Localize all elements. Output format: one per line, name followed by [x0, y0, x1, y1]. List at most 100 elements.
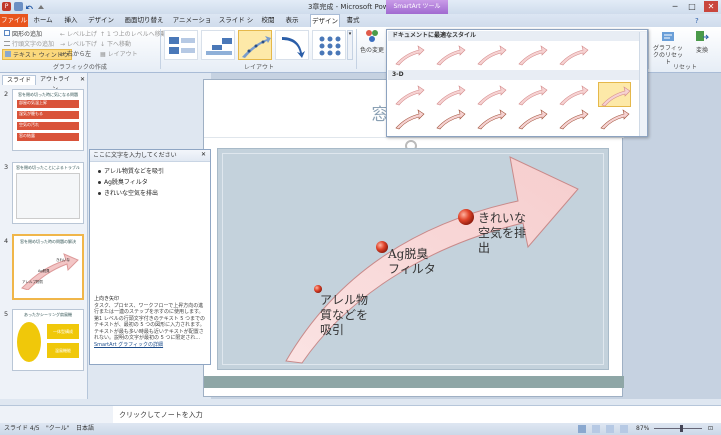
style-option[interactable]	[393, 82, 426, 107]
tab-outline[interactable]: アウトライン	[38, 75, 72, 93]
change-colors-button[interactable]: 色の変更	[358, 29, 386, 54]
zoom-level[interactable]: 87%	[636, 423, 649, 435]
style-option[interactable]	[475, 106, 508, 131]
style-option[interactable]	[434, 106, 467, 131]
add-bullet-icon	[4, 41, 10, 46]
thumb-table	[16, 173, 80, 219]
layout-option-1[interactable]	[164, 30, 198, 60]
ribbon-separator	[356, 29, 357, 69]
add-bullet-button[interactable]: 行頭文字の追加	[4, 39, 54, 48]
layout-option-upward-arrow[interactable]	[238, 30, 272, 60]
layout-preview-icon	[242, 36, 271, 58]
text-pane-item[interactable]: きれいな空気を排出	[96, 188, 206, 199]
style-option[interactable]	[557, 82, 590, 107]
text-pane: ここに文字を入力してください ✕ アレル物質などを吸引 Ag脱臭フィルタ きれい…	[89, 149, 211, 365]
slide-number: 5	[4, 310, 9, 318]
style-option[interactable]	[393, 106, 426, 131]
zoom-slider-thumb[interactable]	[680, 425, 683, 432]
style-preview-icon	[477, 109, 507, 130]
reset-graphic-button[interactable]: グラフィックのリセット	[651, 29, 685, 66]
add-shape-button[interactable]: 図形の追加	[4, 29, 42, 38]
help-icon[interactable]: ?	[695, 17, 703, 25]
slideshow-icon[interactable]	[620, 425, 628, 433]
style-option[interactable]	[434, 82, 467, 107]
layout-preview-icon	[319, 36, 341, 56]
group-create-graphic-label: グラフィックの作成	[53, 64, 107, 71]
tab-file[interactable]: ファイル	[0, 14, 28, 27]
tab-home[interactable]: ホーム	[30, 14, 56, 27]
layout-option-4[interactable]	[275, 30, 309, 60]
minimize-button[interactable]: ─	[668, 1, 682, 12]
reading-view-icon[interactable]	[606, 425, 614, 433]
style-option[interactable]	[393, 42, 426, 67]
smartart-help-link[interactable]: SmartArt グラフィックの詳細	[94, 342, 208, 349]
style-option[interactable]	[598, 82, 631, 107]
tab-animations[interactable]: アニメーション	[170, 14, 214, 37]
text-pane-item[interactable]: Ag脱臭フィルタ	[96, 177, 206, 188]
maximize-button[interactable]: □	[685, 1, 699, 12]
move-up-button[interactable]: ↑ 1 つ上のレベルへ移動	[100, 29, 167, 38]
tab-format[interactable]: 書式	[342, 14, 364, 27]
thumb-label: アレルプ物質	[22, 280, 43, 284]
layout-preview-icon	[282, 37, 305, 58]
tab-smartart-design[interactable]: デザイン	[310, 14, 340, 27]
gallery-more-button[interactable]: ▾	[347, 30, 353, 60]
close-icon[interactable]: ✕	[201, 151, 206, 158]
close-button[interactable]: ✕	[704, 1, 718, 12]
reset-graphic-icon	[662, 32, 674, 41]
slide-thumbnail-4[interactable]: 窓を閉め切った時の問題の解決 アレルプ物質 Ag脱臭 きれいな	[12, 234, 84, 300]
gallery-scrollbar[interactable]	[639, 32, 647, 136]
normal-view-icon[interactable]	[578, 425, 586, 433]
layout-description-text: タスク、プロセス、ワークフローで上昇方向の進行または一連のステップを示すのに使用…	[94, 302, 205, 342]
slide-thumbnail-5[interactable]: あったかシーリング扇風機 一体型構成 温風機能	[12, 309, 84, 371]
style-preview-icon	[518, 109, 548, 130]
arrow-label-2[interactable]: Ag脱臭 フィルタ	[388, 247, 436, 277]
convert-button[interactable]: 変換	[687, 29, 717, 54]
thumb-title: 窓を閉め切った時の問題の解決	[20, 239, 76, 244]
tab-transitions[interactable]: 画面切り替え	[120, 14, 168, 27]
style-preview-icon	[559, 45, 589, 66]
slide-thumbnail-3[interactable]: 窓を閉め切ったことによるトラブル	[12, 162, 84, 224]
zoom-slider[interactable]	[654, 428, 702, 429]
style-option[interactable]	[598, 106, 631, 131]
move-down-button[interactable]: ↓ 下へ移動	[100, 39, 131, 48]
tab-insert[interactable]: 挿入	[60, 14, 82, 27]
slide-thumbnail-2[interactable]: 窓を閉め切った時に気になる問題 部屋の気温上昇 湿気が籠もる 空気の汚れ 窓の結…	[12, 89, 84, 151]
add-shape-icon	[4, 30, 10, 36]
style-preview-icon	[395, 45, 425, 66]
color-palette-icon	[366, 30, 378, 42]
demote-button[interactable]: → レベル下げ	[60, 39, 97, 48]
right-to-left-button[interactable]: ⇄ 右から左	[60, 49, 91, 58]
layout-option-2[interactable]	[201, 30, 235, 60]
style-option[interactable]	[516, 42, 549, 67]
slide-sorter-icon[interactable]	[592, 425, 600, 433]
tab-slides[interactable]: スライド	[2, 75, 36, 85]
style-preview-icon	[477, 85, 507, 106]
smartart-frame[interactable]: アレル物 質などを 吸引 Ag脱臭 フィルタ きれいな 空気を排 出	[217, 148, 609, 370]
close-panel-icon[interactable]: ✕	[80, 76, 85, 83]
window-title: 3章完成 - Microsoft PowerPoint	[307, 3, 414, 11]
arrow-label-3[interactable]: きれいな 空気を排 出	[478, 211, 526, 256]
tab-design[interactable]: デザイン	[86, 14, 116, 27]
fit-to-window-icon[interactable]: ⊡	[708, 423, 713, 435]
style-option[interactable]	[475, 42, 508, 67]
layout-option-5[interactable]	[312, 30, 346, 60]
style-option[interactable]	[475, 82, 508, 107]
style-option[interactable]	[434, 42, 467, 67]
text-pane-item[interactable]: アレル物質などを吸引	[96, 166, 206, 177]
style-option[interactable]	[516, 106, 549, 131]
style-option[interactable]	[557, 106, 590, 131]
style-option[interactable]	[557, 42, 590, 67]
slide-number: 3	[4, 163, 9, 171]
gallery-section-best-match: ドキュメントに最適なスタイル	[388, 31, 647, 41]
tab-review[interactable]: 校閲	[258, 14, 278, 27]
tab-slideshow[interactable]: スライド ショー	[216, 14, 256, 37]
notes-pane[interactable]: クリックしてノートを入力	[113, 405, 721, 423]
arrow-label-1[interactable]: アレル物 質などを 吸引	[320, 293, 368, 338]
status-theme: "クール"	[46, 425, 70, 432]
thumb-item: 空気の汚れ	[17, 122, 79, 130]
style-option[interactable]	[516, 82, 549, 107]
promote-button[interactable]: ← レベル上げ	[60, 29, 97, 38]
layout-button[interactable]: ▦ レイアウト	[100, 49, 138, 58]
tab-view[interactable]: 表示	[282, 14, 302, 27]
